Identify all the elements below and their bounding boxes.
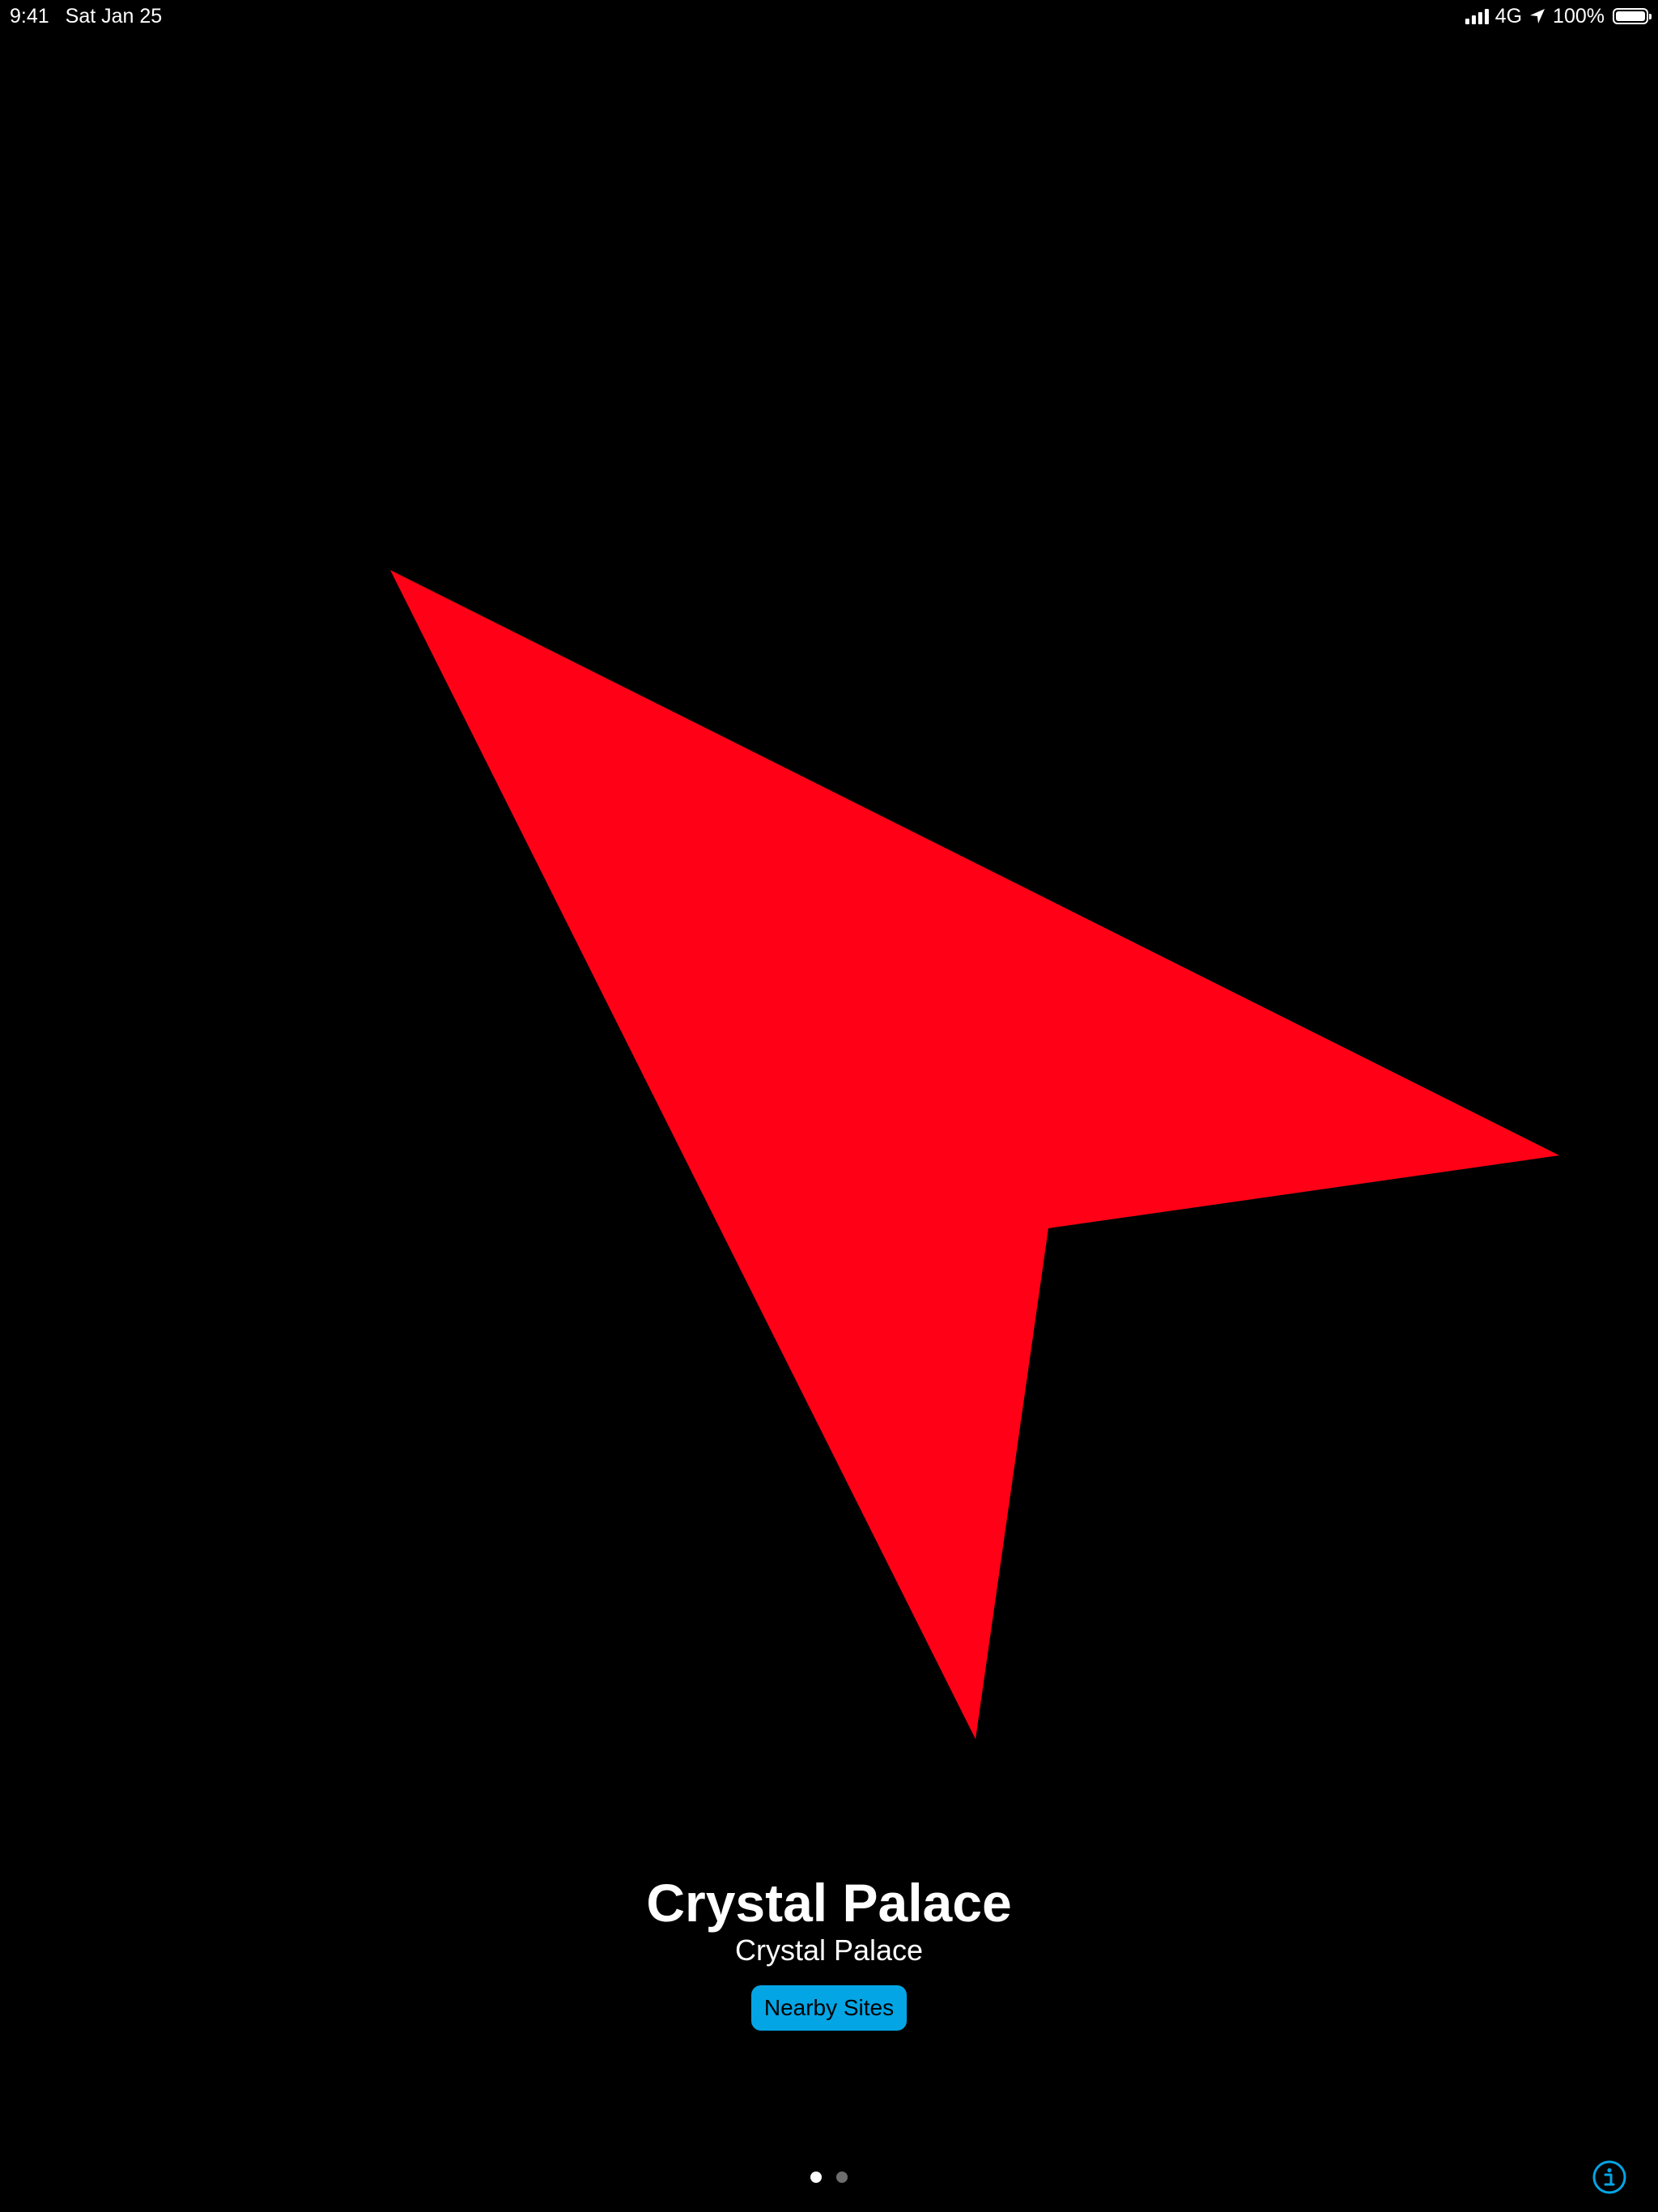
info-icon[interactable] [1592,2160,1626,2194]
page-indicator[interactable] [0,2172,1658,2183]
compass-arrow [390,570,1559,1739]
nearby-sites-button[interactable]: Nearby Sites [750,1985,908,2031]
page-dot-2[interactable] [836,2172,848,2183]
nearby-button-container: Nearby Sites [0,1985,1658,2031]
page-dot-1[interactable] [810,2172,822,2183]
place-title: Crystal Palace [646,1873,1012,1933]
place-subtitle: Crystal Palace [734,1933,924,1967]
